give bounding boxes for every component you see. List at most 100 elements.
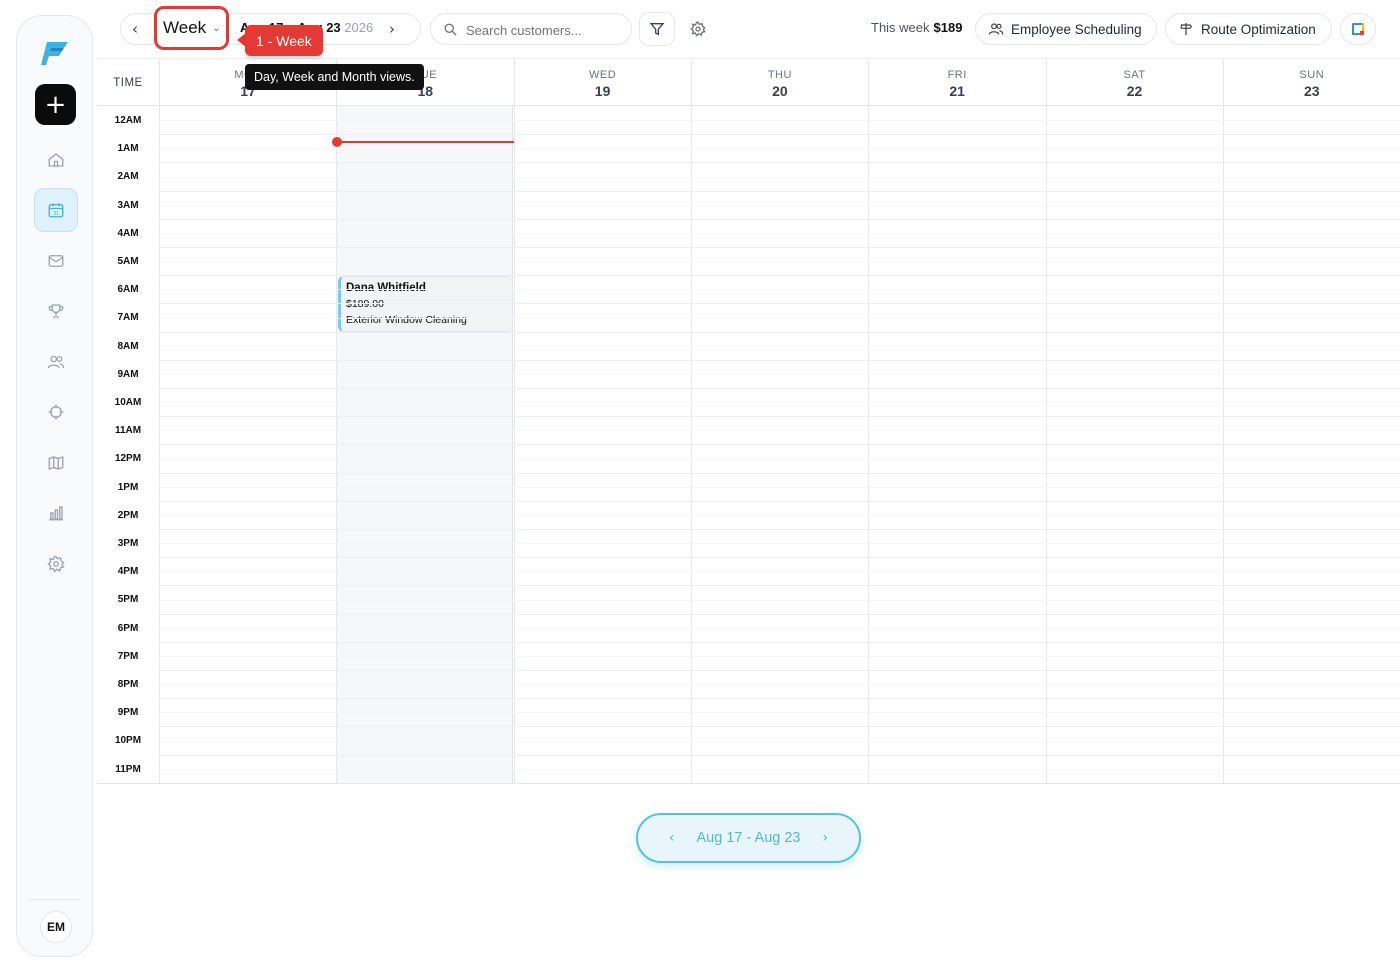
half-hour-gridline <box>159 712 1400 714</box>
hour-gridline <box>159 754 1400 756</box>
day-header-wed[interactable]: WED 19 <box>513 59 691 107</box>
view-selector-label: Week <box>163 18 207 37</box>
day-header-thu[interactable]: THU 20 <box>690 59 868 107</box>
day-header-sat[interactable]: SAT 22 <box>1045 59 1223 107</box>
day-header-sun[interactable]: SUN 23 <box>1222 59 1400 107</box>
hour-gridline <box>159 190 1400 192</box>
next-week-icon[interactable]: › <box>823 830 829 846</box>
sidebar-item-rewards[interactable] <box>34 289 78 333</box>
time-column-header: TIME <box>113 77 143 89</box>
gear-icon <box>690 21 706 37</box>
day-name: SAT <box>1123 69 1146 81</box>
calendar-settings-button[interactable] <box>686 17 710 41</box>
google-calendar-icon <box>1352 23 1364 35</box>
hour-label: 6AM <box>117 284 139 296</box>
hour-label: 11PM <box>115 763 141 775</box>
day-number: 19 <box>594 83 611 99</box>
hour-label: 9PM <box>117 707 139 719</box>
hour-gridline <box>159 331 1400 333</box>
google-calendar-button[interactable] <box>1340 13 1376 45</box>
hour-gridline <box>159 698 1400 700</box>
hour-gridline <box>159 613 1400 615</box>
half-hour-gridline <box>159 514 1400 516</box>
current-time-line <box>337 141 514 143</box>
users-icon <box>988 23 1004 35</box>
hour-gridline <box>159 585 1400 587</box>
appointment-service: Exterior Window Cleaning <box>346 314 467 326</box>
half-hour-gridline <box>159 373 1400 375</box>
mail-icon <box>48 255 64 267</box>
hour-gridline <box>159 670 1400 671</box>
sidebar-item-calendar[interactable]: 31 <box>34 188 78 232</box>
hour-gridline <box>159 472 1400 474</box>
add-new-button[interactable]: + <box>35 84 76 125</box>
hour-gridline <box>159 726 1400 728</box>
appointment-customer: Dana Whitfield <box>346 282 426 294</box>
hour-label: 7PM <box>117 650 139 662</box>
half-hour-gridline <box>159 768 1400 770</box>
day-number: 23 <box>1304 83 1320 99</box>
hour-label: 12AM <box>114 115 142 126</box>
half-hour-gridline <box>159 345 1400 347</box>
week-total: This week $189 <box>871 20 963 35</box>
week-range-navigator: ‹ Aug 17 - Aug 23 › <box>636 813 861 863</box>
sidebar-item-customers[interactable] <box>34 340 78 384</box>
view-selector-button[interactable]: Week ⌄ <box>154 6 229 50</box>
half-hour-gridline <box>159 458 1400 460</box>
sidebar-item-settings[interactable] <box>34 542 78 586</box>
half-hour-gridline <box>159 599 1400 601</box>
next-period-icon[interactable]: › <box>389 20 395 38</box>
prev-week-icon[interactable]: ‹ <box>669 830 675 846</box>
time-column: 12AM 1AM 2AM 3AM 4AM 5AM 6AM 7AM 8AM 9AM 10AM 11AM 1… <box>97 106 159 783</box>
prev-period-icon[interactable]: ‹ <box>132 20 138 38</box>
day-name: FRI <box>947 69 967 81</box>
trophy-icon <box>48 304 64 318</box>
week-calendar: TIME MON17TUE18WED19THU20FRI21SAT22SUN23… <box>97 58 1400 784</box>
hour-gridline <box>159 557 1400 559</box>
view-tooltip: Day, Week and Month views. <box>245 64 424 90</box>
half-hour-gridline <box>159 289 1400 291</box>
sidebar-item-reports[interactable] <box>34 491 78 535</box>
hour-gridline <box>159 359 1400 361</box>
calendar-bottom-border <box>97 783 1400 784</box>
hour-label: 8AM <box>117 340 139 352</box>
half-hour-gridline <box>159 627 1400 629</box>
sidebar-item-home[interactable] <box>34 138 78 182</box>
hour-gridline <box>159 641 1400 643</box>
hour-label: 9AM <box>117 368 139 380</box>
hour-gridline <box>159 416 1400 418</box>
sidebar-divider <box>29 899 80 900</box>
half-hour-gridline <box>159 740 1400 742</box>
hour-gridline <box>159 529 1400 530</box>
hour-label: 7AM <box>117 312 139 324</box>
filter-button[interactable] <box>639 12 675 46</box>
half-hour-gridline <box>159 232 1400 234</box>
app-logo[interactable] <box>41 38 71 68</box>
hour-label: 3AM <box>117 199 139 211</box>
hour-label: 4AM <box>117 227 139 239</box>
map-icon <box>48 456 64 470</box>
crosshair-icon <box>48 404 64 420</box>
search-input[interactable] <box>466 20 626 40</box>
half-hour-gridline <box>159 120 1400 122</box>
search-box <box>430 13 632 45</box>
employee-scheduling-button[interactable]: Employee Scheduling <box>975 13 1157 45</box>
day-header-fri[interactable]: FRI 21 <box>868 59 1045 107</box>
sidebar-item-map[interactable] <box>34 441 78 485</box>
calendar-icon: 31 <box>48 203 64 218</box>
sidebar-item-inbox[interactable] <box>34 239 78 283</box>
half-hour-gridline <box>159 655 1400 657</box>
half-hour-gridline <box>159 317 1400 319</box>
sidebar-item-dispatch[interactable] <box>34 390 78 434</box>
day-name: SUN <box>1299 69 1325 81</box>
day-number: 22 <box>1126 83 1143 99</box>
users-icon <box>47 355 65 369</box>
hour-gridline <box>159 275 1400 277</box>
hour-gridline <box>159 388 1400 389</box>
half-hour-gridline <box>159 402 1400 404</box>
user-avatar[interactable]: EM <box>40 911 72 943</box>
half-hour-gridline <box>159 571 1400 573</box>
gear-icon <box>47 555 65 573</box>
hour-label: 11AM <box>114 425 142 437</box>
route-optimization-button[interactable]: Route Optimization <box>1165 13 1332 45</box>
